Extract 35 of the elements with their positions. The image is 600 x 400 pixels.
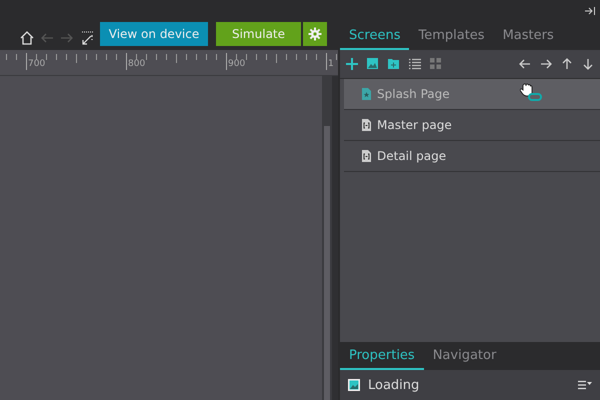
menu-icon[interactable] — [578, 380, 592, 390]
element-name: Loading — [368, 378, 420, 392]
panel-tab[interactable]: Navigator — [424, 342, 506, 370]
ruler-label: 900 — [228, 59, 246, 69]
ruler-label: 1 — [328, 59, 334, 69]
expand-icon[interactable] — [79, 30, 95, 46]
page-icon — [362, 119, 371, 131]
settings-button[interactable] — [303, 22, 327, 46]
hand-cursor-icon — [520, 83, 542, 101]
screen-name: Detail page — [377, 149, 446, 163]
ruler-label: 700 — [28, 59, 46, 69]
list-icon[interactable] — [409, 58, 421, 70]
screen-item[interactable]: Splash Page — [344, 79, 600, 110]
left-arrow-icon[interactable] — [519, 58, 531, 70]
up-arrow-icon[interactable] — [561, 58, 573, 70]
splash-page-icon — [362, 88, 371, 100]
page-icon — [362, 150, 371, 162]
settings-icon — [308, 27, 322, 41]
folder-add-icon[interactable] — [388, 58, 400, 70]
image-icon[interactable] — [367, 58, 379, 70]
image-icon — [348, 379, 360, 391]
right-arrow-icon[interactable] — [540, 58, 552, 70]
screen-name: Splash Page — [377, 87, 450, 101]
panel-tab[interactable]: Templates — [409, 22, 494, 50]
panel-tab[interactable]: Masters — [494, 22, 563, 50]
home-icon[interactable] — [19, 30, 35, 46]
down-arrow-icon[interactable] — [582, 58, 594, 70]
screen-item[interactable]: Master page — [344, 110, 600, 141]
view-on-device-button[interactable]: View on device — [100, 22, 208, 46]
add-icon[interactable] — [346, 58, 358, 70]
collapse-panel-icon[interactable] — [584, 6, 596, 16]
screen-name: Master page — [377, 118, 452, 132]
scrollbar-thumb[interactable] — [324, 126, 330, 400]
simulate-button[interactable]: Simulate — [216, 22, 301, 46]
ruler-label: 800 — [128, 59, 146, 69]
